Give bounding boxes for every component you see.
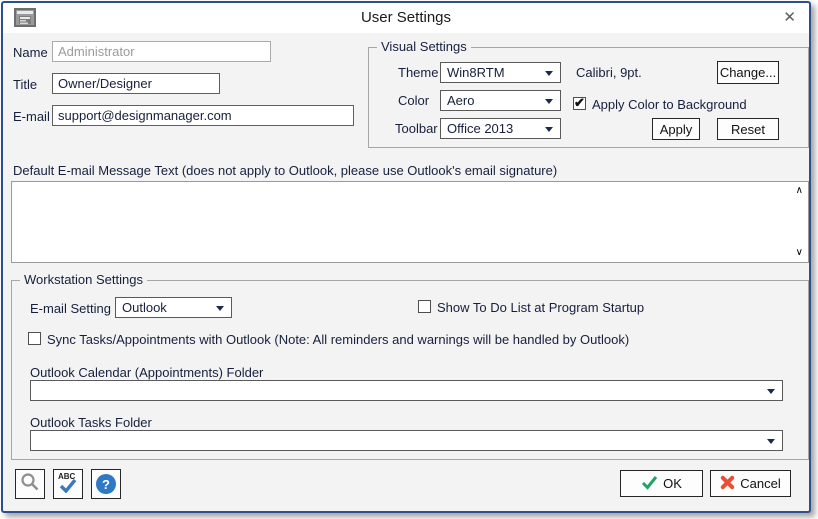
title-field[interactable]: [52, 73, 220, 94]
theme-label: Theme: [398, 65, 439, 80]
color-label: Color: [398, 93, 430, 108]
workstation-settings-legend: Workstation Settings: [20, 272, 147, 287]
apply-color-label: Apply Color to Background: [592, 97, 747, 112]
tasks-folder-label: Outlook Tasks Folder: [30, 415, 152, 430]
default-email-message-textarea[interactable]: ∧ ∨: [11, 181, 809, 263]
cancel-button-label: Cancel: [740, 476, 781, 491]
color-dropdown[interactable]: Aero: [440, 90, 561, 111]
name-label: Name: [13, 45, 48, 60]
search-button[interactable]: [15, 469, 45, 499]
email-field[interactable]: [52, 105, 354, 126]
dialog-title: User Settings: [360, 9, 452, 26]
font-preview-label: Calibri, 9pt.: [576, 65, 642, 80]
show-todo-label: Show To Do List at Program Startup: [437, 300, 645, 315]
color-value: Aero: [447, 93, 475, 108]
tasks-folder-dropdown[interactable]: [30, 430, 783, 451]
spellcheck-icon: ABC: [57, 472, 79, 495]
ok-check-icon: [641, 475, 658, 493]
help-button[interactable]: ?: [91, 469, 121, 499]
screen: User Settings ✕ Name Title E-mail Visual…: [0, 0, 818, 519]
toolbar-value: Office 2013: [447, 121, 514, 136]
sync-outlook-checkbox[interactable]: [28, 332, 41, 345]
visual-settings-legend: Visual Settings: [377, 39, 471, 54]
help-icon: ?: [96, 474, 116, 494]
apply-button[interactable]: Apply: [652, 118, 700, 140]
theme-value: Win8RTM: [447, 65, 505, 80]
cancel-button[interactable]: Cancel: [710, 470, 791, 497]
email-setting-label: E-mail Setting: [30, 301, 111, 316]
search-icon: [20, 472, 40, 497]
chevron-down-icon: [545, 127, 553, 132]
ok-button[interactable]: OK: [620, 470, 703, 497]
scroll-up-icon[interactable]: ∧: [796, 186, 803, 196]
chevron-down-icon: [545, 99, 553, 104]
close-icon[interactable]: ✕: [783, 8, 796, 28]
title-label: Title: [13, 77, 38, 92]
user-settings-dialog: User Settings ✕ Name Title E-mail Visual…: [1, 1, 811, 513]
default-email-message-label: Default E-mail Message Text (does not ap…: [13, 163, 558, 178]
sync-outlook-label: Sync Tasks/Appointments with Outlook (No…: [47, 332, 630, 347]
email-label: E-mail: [13, 109, 50, 124]
chevron-down-icon: [216, 306, 224, 311]
toolbar-dropdown[interactable]: Office 2013: [440, 118, 561, 139]
calendar-folder-label: Outlook Calendar (Appointments) Folder: [30, 365, 264, 380]
calendar-folder-dropdown[interactable]: [30, 380, 783, 401]
theme-dropdown[interactable]: Win8RTM: [440, 62, 561, 83]
toolbar-label: Toolbar: [395, 121, 438, 136]
spellcheck-button[interactable]: ABC: [53, 469, 83, 499]
chevron-down-icon: [767, 439, 775, 444]
change-font-button[interactable]: Change...: [717, 61, 779, 84]
chevron-down-icon: [545, 71, 553, 76]
email-setting-dropdown[interactable]: Outlook: [115, 297, 232, 318]
email-setting-value: Outlook: [122, 300, 167, 315]
scroll-down-icon[interactable]: ∨: [796, 248, 803, 258]
apply-color-checkbox[interactable]: [573, 95, 586, 111]
ok-button-label: OK: [663, 476, 682, 491]
name-field[interactable]: [52, 41, 271, 62]
cancel-x-icon: [720, 475, 735, 493]
title-bar[interactable]: User Settings ✕: [3, 3, 809, 33]
chevron-down-icon: [767, 389, 775, 394]
reset-button[interactable]: Reset: [717, 118, 779, 140]
show-todo-checkbox[interactable]: [418, 300, 431, 313]
